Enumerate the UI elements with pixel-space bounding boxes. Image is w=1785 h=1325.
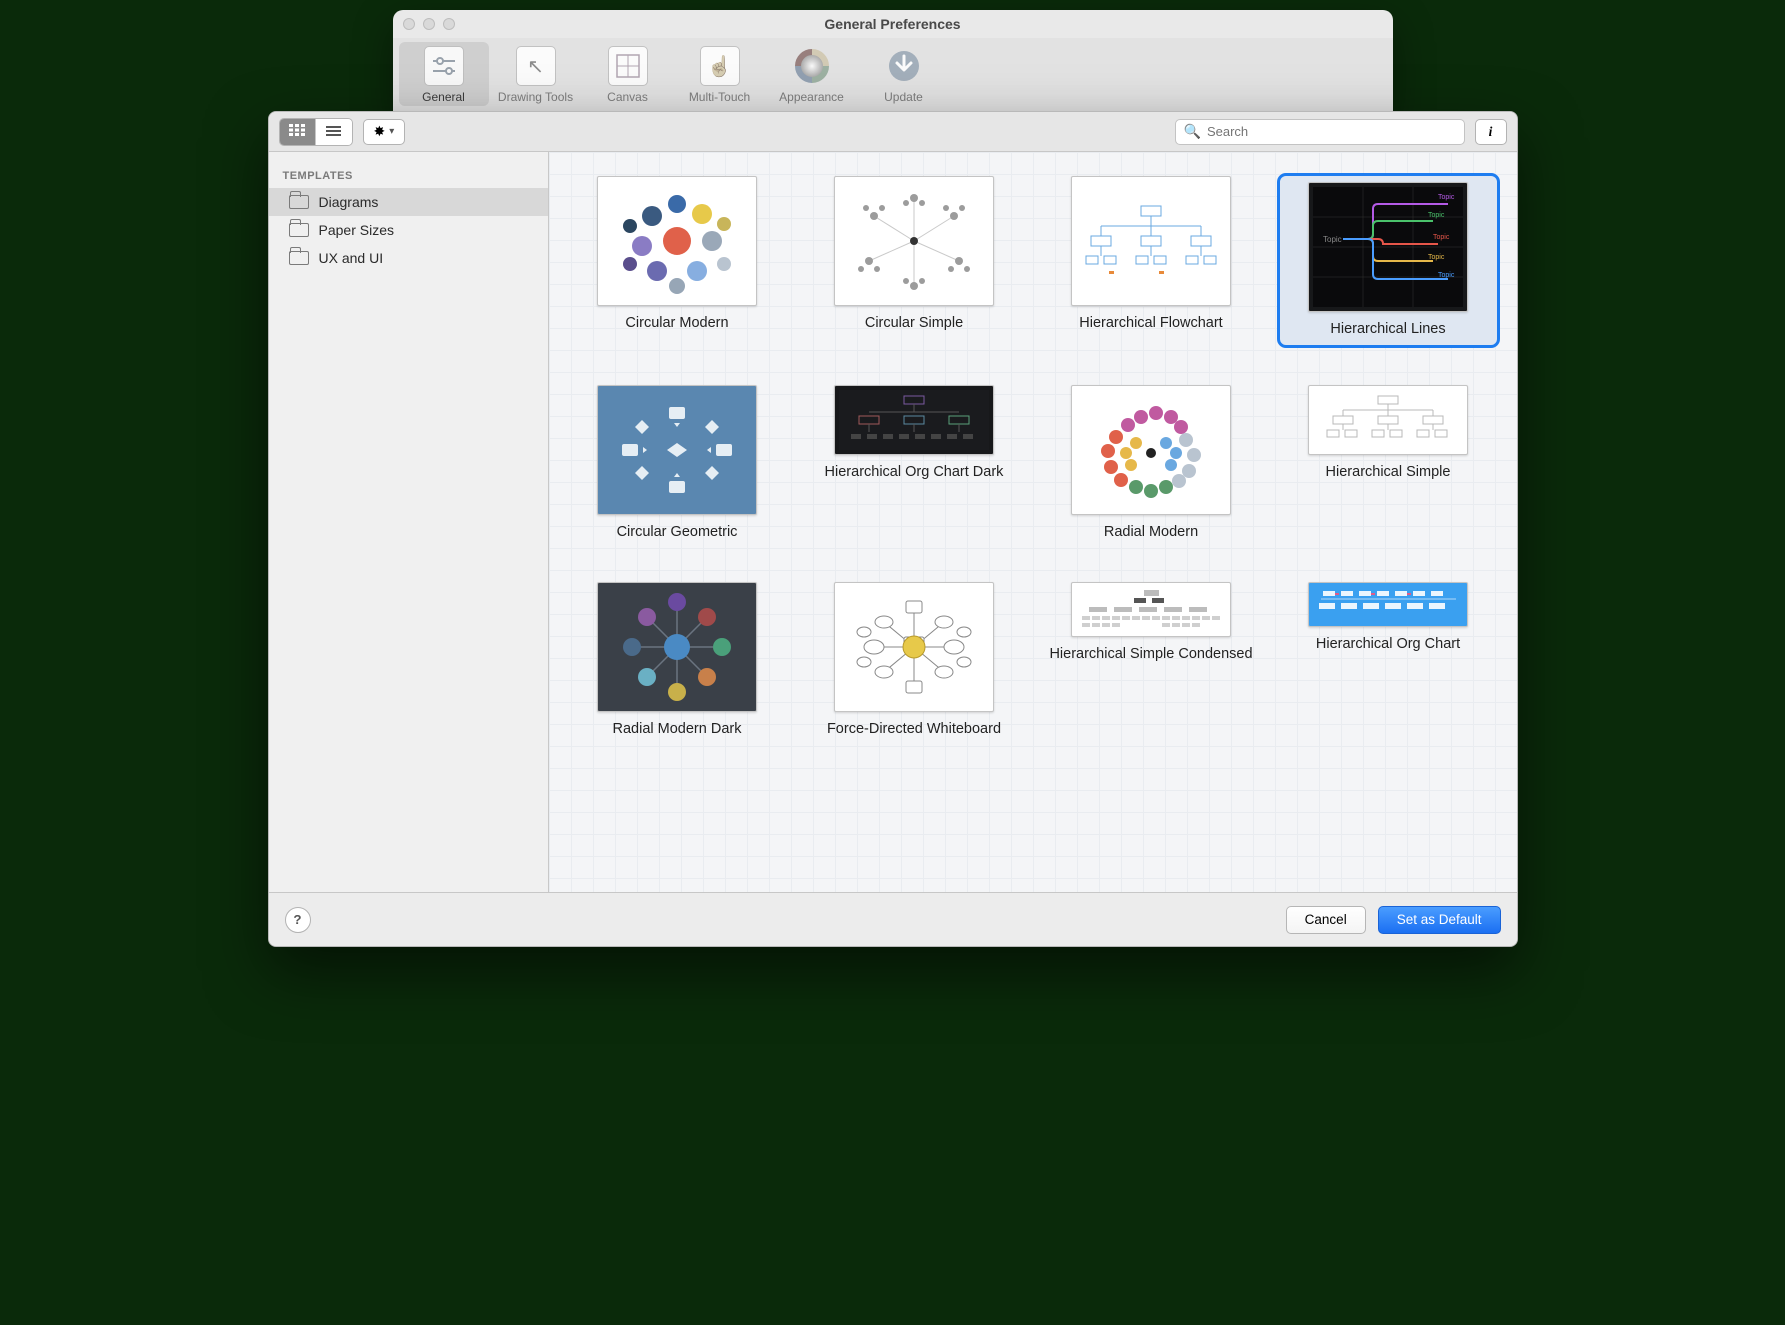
template-hierarchical-flowchart[interactable]: Hierarchical Flowchart — [1043, 176, 1260, 345]
chevron-down-icon: ▾ — [389, 126, 394, 137]
help-icon: ? — [293, 912, 301, 927]
sidebar-item-diagrams[interactable]: Diagrams — [269, 188, 548, 216]
sheet-toolbar: ✸ ▾ 🔍 i — [269, 112, 1517, 152]
template-label: Hierarchical Simple Condensed — [1049, 645, 1252, 664]
prefs-tab-update[interactable]: Update — [859, 42, 949, 106]
svg-text:Topic: Topic — [1428, 254, 1445, 261]
prefs-tab-appearance[interactable]: Appearance — [767, 42, 857, 106]
template-label: Hierarchical Org Chart — [1316, 635, 1460, 654]
search-icon: 🔍 — [1184, 123, 1201, 140]
cursor-icon: ↖ — [516, 46, 556, 86]
template-hierarchical-org-chart-dark[interactable]: Hierarchical Org Chart Dark — [806, 385, 1023, 542]
prefs-tab-canvas[interactable]: Canvas — [583, 42, 673, 106]
view-mode-segment[interactable] — [279, 118, 353, 146]
template-thumbnail — [597, 385, 757, 515]
svg-text:Topic: Topic — [1433, 234, 1450, 241]
template-thumbnail — [597, 176, 757, 306]
sidebar-header: TEMPLATES — [269, 162, 548, 188]
template-label: Circular Simple — [865, 314, 963, 333]
info-button[interactable]: i — [1475, 119, 1507, 145]
prefs-tab-label: Multi-Touch — [689, 90, 750, 104]
prefs-tab-multitouch[interactable]: ☝ Multi-Touch — [675, 42, 765, 106]
prefs-tab-label: Appearance — [779, 90, 844, 104]
template-label: Force-Directed Whiteboard — [827, 720, 1001, 739]
folder-icon — [289, 195, 309, 209]
touch-icon: ☝ — [700, 46, 740, 86]
template-label: Radial Modern — [1104, 523, 1198, 542]
template-thumbnail — [1308, 582, 1468, 627]
template-hierarchical-simple[interactable]: Hierarchical Simple — [1280, 385, 1497, 542]
template-hierarchical-lines[interactable]: Topic Topic Topic Topic Topic Topic Hier… — [1280, 176, 1497, 345]
template-label: Radial Modern Dark — [613, 720, 742, 739]
download-icon — [884, 46, 924, 86]
template-label: Hierarchical Flowchart — [1079, 314, 1222, 333]
search-input[interactable] — [1207, 124, 1456, 139]
template-label: Hierarchical Org Chart Dark — [825, 463, 1004, 482]
template-circular-modern[interactable]: Circular Modern — [569, 176, 786, 345]
folder-icon — [289, 251, 309, 265]
grid-icon — [289, 124, 305, 139]
info-icon: i — [1489, 124, 1493, 140]
prefs-tab-label: General — [422, 90, 465, 104]
sidebar-item-label: Paper Sizes — [319, 222, 394, 238]
template-chooser-sheet: ✸ ▾ 🔍 i TEMPLATES Diagrams Pa — [268, 111, 1518, 947]
prefs-tab-label: Drawing Tools — [498, 90, 573, 104]
list-icon — [326, 126, 341, 138]
folder-icon — [289, 223, 309, 237]
grid-view-button[interactable] — [280, 119, 316, 145]
window-title: General Preferences — [393, 16, 1393, 32]
prefs-titlebar: General Preferences — [393, 10, 1393, 38]
prefs-tab-label: Update — [884, 90, 923, 104]
sliders-icon — [424, 46, 464, 86]
template-label: Hierarchical Simple — [1326, 463, 1451, 482]
prefs-toolbar: General ↖ Drawing Tools Canvas ☝ Multi-T… — [393, 38, 1393, 115]
template-circular-geometric[interactable]: Circular Geometric — [569, 385, 786, 542]
prefs-tab-general[interactable]: General — [399, 42, 489, 106]
svg-text:Topic: Topic — [1323, 235, 1342, 244]
template-radial-modern[interactable]: Radial Modern — [1043, 385, 1260, 542]
template-label: Circular Modern — [625, 314, 728, 333]
template-thumbnail — [834, 176, 994, 306]
template-thumbnail — [1071, 176, 1231, 306]
prefs-tab-drawing-tools[interactable]: ↖ Drawing Tools — [491, 42, 581, 106]
template-thumbnail — [834, 582, 994, 712]
template-thumbnail — [1071, 385, 1231, 515]
svg-text:Topic: Topic — [1428, 212, 1445, 219]
template-radial-modern-dark[interactable]: Radial Modern Dark — [569, 582, 786, 739]
gear-icon: ✸ — [374, 123, 386, 140]
template-thumbnail — [1308, 385, 1468, 455]
canvas-icon — [608, 46, 648, 86]
sidebar-item-label: UX and UI — [319, 250, 384, 266]
template-thumbnail: Topic Topic Topic Topic Topic Topic — [1308, 182, 1468, 312]
sidebar-item-paper-sizes[interactable]: Paper Sizes — [269, 216, 548, 244]
template-thumbnail — [1071, 582, 1231, 637]
template-hierarchical-simple-condensed[interactable]: Hierarchical Simple Condensed — [1043, 582, 1260, 739]
template-thumbnail — [834, 385, 994, 455]
cancel-button[interactable]: Cancel — [1286, 906, 1366, 934]
sidebar-item-ux-and-ui[interactable]: UX and UI — [269, 244, 548, 272]
actions-menu-button[interactable]: ✸ ▾ — [363, 119, 406, 145]
template-thumbnail — [597, 582, 757, 712]
svg-text:Topic: Topic — [1438, 194, 1455, 201]
prefs-tab-label: Canvas — [607, 90, 648, 104]
preferences-window: General Preferences General ↖ Drawing To… — [393, 10, 1393, 115]
template-force-directed-whiteboard[interactable]: Force-Directed Whiteboard — [806, 582, 1023, 739]
templates-sidebar: TEMPLATES Diagrams Paper Sizes UX and UI — [269, 152, 549, 892]
template-circular-simple[interactable]: Circular Simple — [806, 176, 1023, 345]
color-wheel-icon — [792, 46, 832, 86]
search-field[interactable]: 🔍 — [1175, 119, 1465, 145]
template-hierarchical-org-chart[interactable]: Hierarchical Org Chart — [1280, 582, 1497, 739]
sheet-footer: ? Cancel Set as Default — [269, 892, 1517, 946]
svg-text:Topic: Topic — [1438, 272, 1455, 279]
templates-gallery[interactable]: Circular Modern — [549, 152, 1517, 892]
sidebar-item-label: Diagrams — [319, 194, 379, 210]
template-label: Hierarchical Lines — [1330, 320, 1445, 339]
template-label: Circular Geometric — [617, 523, 738, 542]
help-button[interactable]: ? — [285, 907, 311, 933]
set-as-default-button[interactable]: Set as Default — [1378, 906, 1501, 934]
list-view-button[interactable] — [316, 119, 352, 145]
